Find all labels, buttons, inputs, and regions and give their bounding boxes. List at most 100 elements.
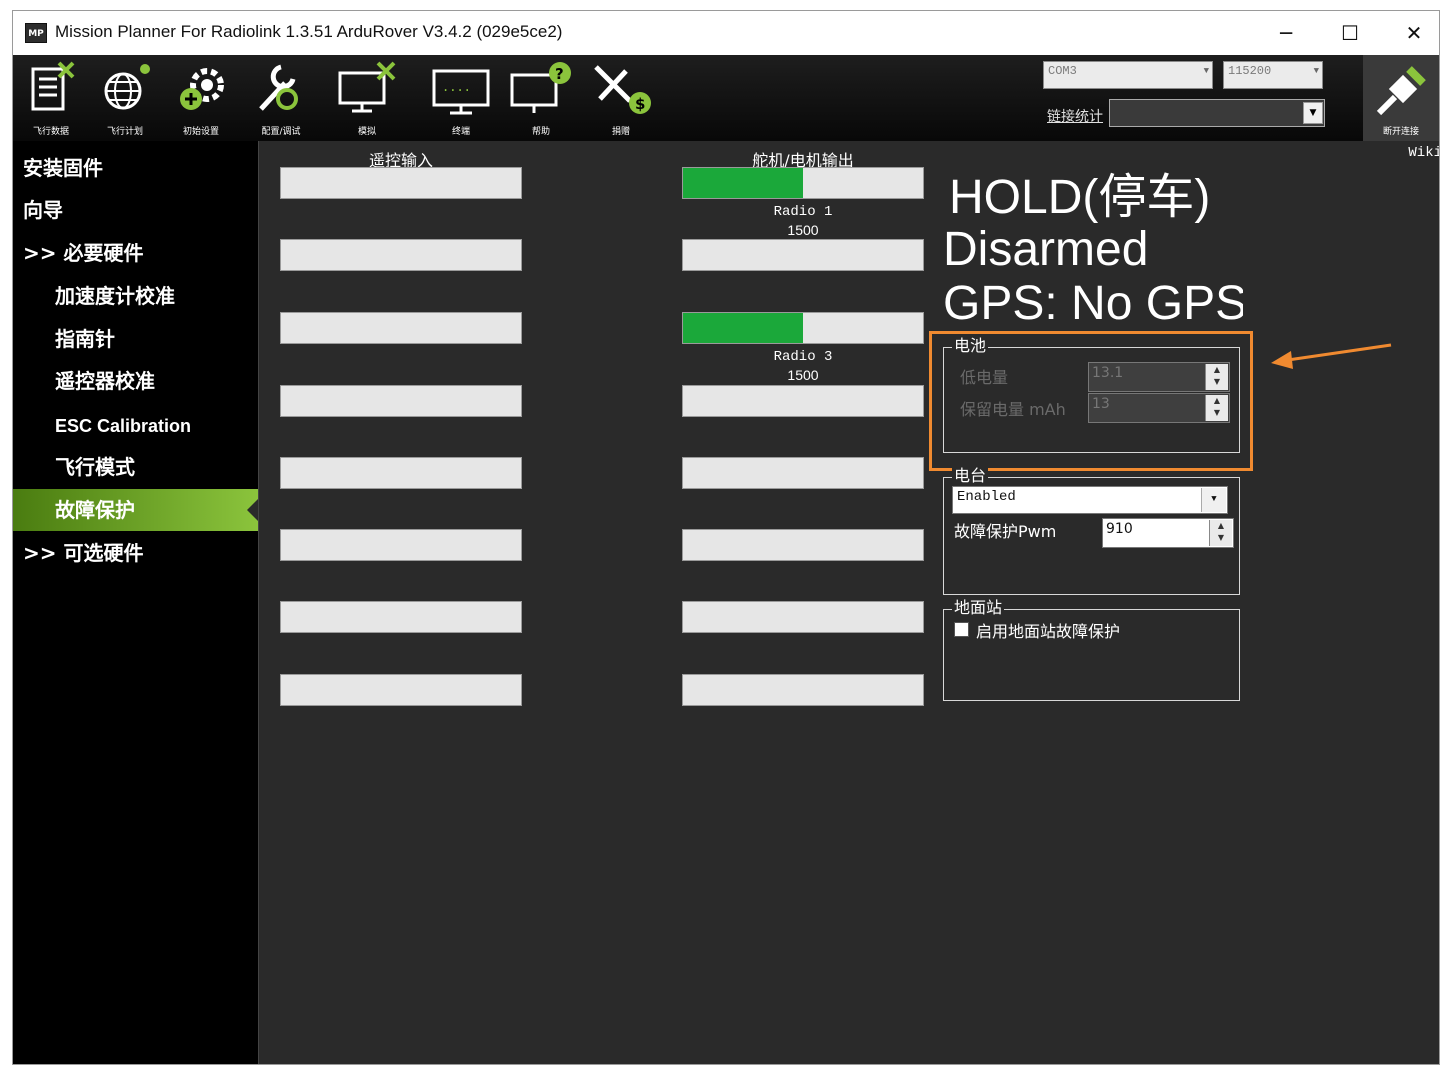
svg-text:$: $ (635, 95, 645, 113)
initial-setup-icon (180, 68, 224, 110)
toolbar-label: 初始设置 (182, 127, 219, 137)
sidebar-item-install-firmware[interactable]: 安装固件 (13, 147, 258, 189)
com-port-select[interactable]: COM3 ▼ (1043, 61, 1213, 89)
servo-output-bar (682, 312, 924, 344)
highlight-box (929, 331, 1253, 471)
servo-output-value: 1500 (787, 222, 819, 238)
radio-failsafe-value: Enabled (957, 489, 1016, 505)
com-port-value: COM3 (1048, 64, 1077, 78)
rc-input-bar (280, 239, 522, 271)
toolbar-terminal[interactable]: .... 终端 (425, 59, 497, 139)
svg-text:?: ? (555, 65, 564, 83)
toolbar-config-tuning[interactable]: 配置/调试 (245, 59, 317, 139)
disconnect-button[interactable]: 断开连接 (1363, 55, 1439, 141)
toolbar-label: 终端 (451, 127, 470, 137)
chevron-down-icon: ▼ (1303, 102, 1323, 124)
minimize-button[interactable]: ─ (1255, 11, 1317, 55)
chevron-down-icon: ▼ (1313, 66, 1319, 76)
gps-status-text: GPS: No GPS (943, 277, 1243, 325)
servo-output-bar (682, 385, 924, 417)
title-bar: MP Mission Planner For Radiolink 1.3.51 … (13, 11, 1439, 55)
gcs-failsafe-checkbox[interactable] (954, 622, 969, 637)
maximize-button[interactable]: ☐ (1319, 11, 1381, 55)
flight-mode-text: HOLD(停车) (949, 171, 1211, 224)
rc-input-bar (280, 167, 522, 199)
rc-input-bar (280, 674, 522, 706)
spinner-arrows-icon[interactable]: ▲ ▼ (1209, 520, 1232, 546)
close-button[interactable]: ✕ (1383, 11, 1439, 55)
failsafe-panel: Wiki 遥控输入 舵机/电机输出 Radio 1 1500 Radio 3 1… (258, 141, 1439, 1064)
servo-output-label: Radio 3 (773, 349, 833, 365)
terminal-icon: .... (432, 69, 490, 115)
servo-output-value: 1500 (787, 367, 819, 383)
toolbar-flight-plan[interactable]: 飞行计划 (89, 59, 161, 139)
failsafe-pwm-label: 故障保护Pwm (954, 522, 1057, 541)
chevron-down-icon: ▼ (1203, 66, 1209, 76)
servo-output-fill (683, 313, 803, 343)
sidebar-item-optional-hardware[interactable]: >> 可选硬件 (13, 532, 258, 574)
rc-input-bar (280, 385, 522, 417)
toolbar-simulation[interactable]: 模拟 (331, 59, 403, 139)
wiki-link[interactable]: Wiki (1408, 145, 1439, 161)
rc-input-bar (280, 529, 522, 561)
chevron-down-icon: ▼ (1201, 488, 1226, 512)
servo-output-bar (682, 601, 924, 633)
annotation-arrow-icon (1271, 343, 1392, 369)
flight-plan-icon (104, 64, 150, 110)
servo-output-bar (682, 674, 924, 706)
gcs-group: 地面站 启用地面站故障保护 (943, 598, 1240, 701)
window-title: Mission Planner For Radiolink 1.3.51 Ard… (55, 22, 563, 41)
sidebar-item-mandatory-hardware[interactable]: >> 必要硬件 (13, 232, 258, 274)
setup-sidebar: 安装固件 向导 >> 必要硬件 加速度计校准 指南针 遥控器校准 ESC Cal… (13, 141, 258, 1064)
sidebar-item-flight-modes[interactable]: 飞行模式 (13, 446, 258, 488)
toolbar-label: 模拟 (357, 127, 376, 137)
radio-failsafe-select[interactable]: Enabled ▼ (952, 486, 1228, 514)
config-tuning-icon (259, 64, 298, 111)
app-window: MP Mission Planner For Radiolink 1.3.51 … (12, 10, 1440, 1065)
toolbar-label: 配置/调试 (261, 127, 301, 137)
main-toolbar: 飞行数据 飞行计划 初始设置 配置/调试 模拟 .... 终端 ? 帮助 $ 捐… (13, 55, 1439, 141)
gcs-failsafe-label: 启用地面站故障保护 (976, 622, 1121, 641)
donate-icon: $ (594, 65, 651, 114)
rc-input-bar (280, 457, 522, 489)
toolbar-flight-data[interactable]: 飞行数据 (15, 59, 87, 139)
failsafe-pwm-value: 910 (1106, 521, 1133, 537)
link-stats-select[interactable]: ▼ (1109, 99, 1325, 127)
plug-icon (1376, 66, 1426, 116)
toolbar-initial-setup[interactable]: 初始设置 (165, 59, 237, 139)
radio-group: 电台 Enabled ▼ 故障保护Pwm 910 ▲ ▼ (943, 466, 1240, 595)
link-stats-link[interactable]: 链接统计 (1047, 106, 1103, 126)
sidebar-item-radio-calibration[interactable]: 遥控器校准 (13, 360, 258, 402)
sidebar-item-accel-calibration[interactable]: 加速度计校准 (13, 275, 258, 317)
toolbar-label: 飞行数据 (32, 127, 69, 137)
app-logo-icon: MP (25, 23, 47, 43)
toolbar-donate[interactable]: $ 捐赠 (585, 59, 657, 139)
sidebar-item-wizard[interactable]: 向导 (13, 189, 258, 231)
toolbar-help[interactable]: ? 帮助 (505, 59, 577, 139)
toolbar-label: 帮助 (531, 127, 550, 137)
simulation-icon (338, 61, 396, 113)
disconnect-label: 断开连接 (1382, 127, 1419, 137)
help-icon: ? (510, 62, 571, 113)
servo-output-bar (682, 239, 924, 271)
servo-output-fill (683, 168, 803, 198)
svg-text:....: .... (442, 80, 471, 94)
servo-output-bar (682, 457, 924, 489)
toolbar-label: 飞行计划 (106, 127, 143, 137)
flight-data-icon (31, 61, 75, 111)
rc-input-bar (280, 601, 522, 633)
sidebar-item-esc-calibration[interactable]: ESC Calibration (13, 405, 258, 447)
toolbar-label: 捐赠 (611, 127, 630, 137)
servo-output-bar (682, 167, 924, 199)
failsafe-pwm-input[interactable]: 910 ▲ ▼ (1102, 518, 1234, 548)
gps-status-clip: GPS: No GPS (943, 277, 1243, 325)
baud-rate-select[interactable]: 115200 ▼ (1223, 61, 1323, 89)
radio-group-title: 电台 (952, 466, 989, 486)
armed-status-text: Disarmed (943, 223, 1149, 276)
gcs-group-title: 地面站 (952, 598, 1005, 618)
sidebar-item-compass[interactable]: 指南针 (13, 318, 258, 360)
baud-rate-value: 115200 (1228, 64, 1272, 78)
sidebar-item-failsafe[interactable]: 故障保护 (13, 489, 258, 531)
servo-output-label: Radio 1 (773, 204, 833, 220)
rc-input-bar (280, 312, 522, 344)
